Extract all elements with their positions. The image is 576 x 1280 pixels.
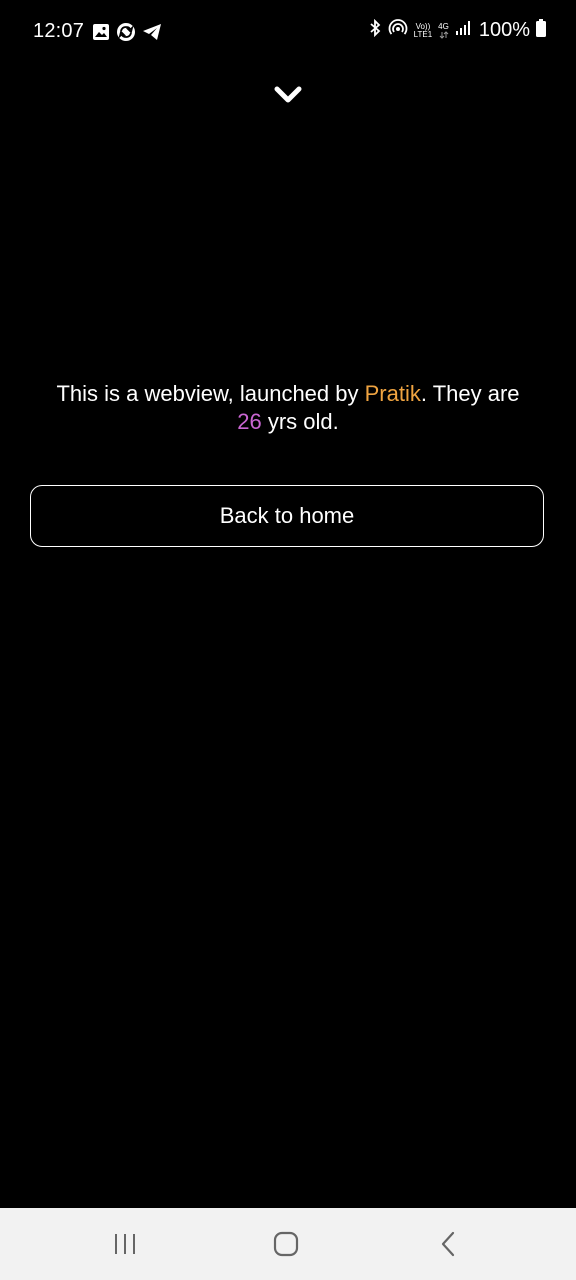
bluetooth-icon	[368, 18, 382, 42]
back-nav-button[interactable]	[418, 1226, 478, 1262]
status-time: 12:07	[33, 20, 85, 42]
chevron-down-icon	[274, 86, 302, 103]
message-prefix: This is a webview, launched by	[56, 381, 365, 406]
recent-apps-icon	[115, 1234, 135, 1254]
back-icon	[441, 1231, 455, 1257]
system-nav-bar	[0, 1208, 576, 1280]
notification-icons	[92, 22, 162, 47]
hotspot-icon	[388, 18, 408, 43]
lte-label: LTE1	[413, 29, 433, 39]
home-icon	[273, 1231, 299, 1257]
message-suffix: yrs old.	[261, 409, 339, 434]
system-status-icons: Vo)) LTE1 4G 100%	[368, 18, 546, 43]
user-name: Pratik	[364, 381, 421, 406]
home-button[interactable]	[256, 1226, 316, 1262]
user-age: 26	[237, 409, 262, 434]
collapse-button[interactable]	[270, 80, 306, 110]
recent-apps-button[interactable]	[95, 1226, 155, 1262]
battery-icon	[536, 19, 546, 42]
back-to-home-label: Back to home	[219, 503, 355, 528]
network-type-label: 4G	[438, 21, 449, 31]
data-arrows-icon	[439, 30, 448, 39]
image-icon	[92, 23, 110, 46]
telegram-icon	[142, 23, 162, 46]
sync-icon	[116, 22, 136, 47]
status-bar: 12:07 Vo)) LTE1 4G 100%	[0, 0, 576, 64]
signal-icon	[455, 20, 473, 41]
webview-screen: 12:07 Vo)) LTE1 4G 100% This is a webvie…	[0, 0, 576, 1280]
message-middle: . They are	[420, 381, 520, 406]
volte-indicator: Vo)) LTE1	[413, 22, 433, 39]
back-to-home-button[interactable]: Back to home	[30, 485, 544, 547]
battery-percent: 100%	[478, 19, 530, 41]
network-type: 4G	[438, 21, 449, 39]
webview-message: This is a webview, launched by Pratik. T…	[30, 380, 546, 436]
